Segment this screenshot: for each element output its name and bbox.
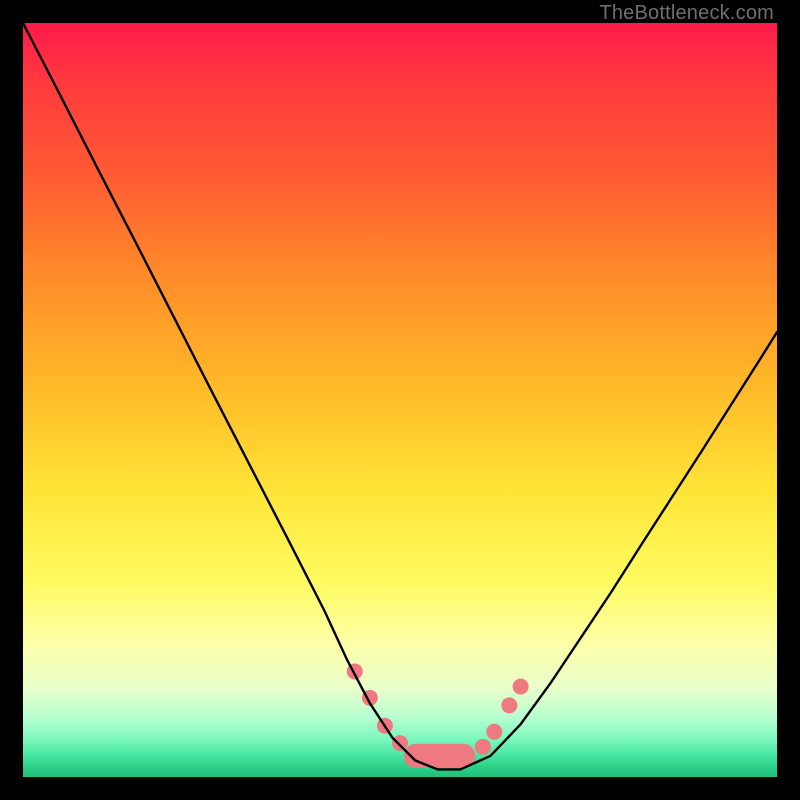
marker-layer xyxy=(347,663,529,768)
chart-frame: TheBottleneck.com xyxy=(0,0,800,800)
marker-dot xyxy=(475,739,491,755)
marker-dot xyxy=(392,735,408,751)
marker-dot xyxy=(513,679,529,695)
marker-dot xyxy=(486,724,502,740)
plot-area xyxy=(23,23,777,777)
watermark-text: TheBottleneck.com xyxy=(599,2,774,25)
marker-dot xyxy=(426,749,442,765)
marker-dot xyxy=(501,697,517,713)
chart-svg xyxy=(23,23,777,777)
bottleneck-curve xyxy=(23,23,777,769)
marker-dot xyxy=(407,745,423,761)
